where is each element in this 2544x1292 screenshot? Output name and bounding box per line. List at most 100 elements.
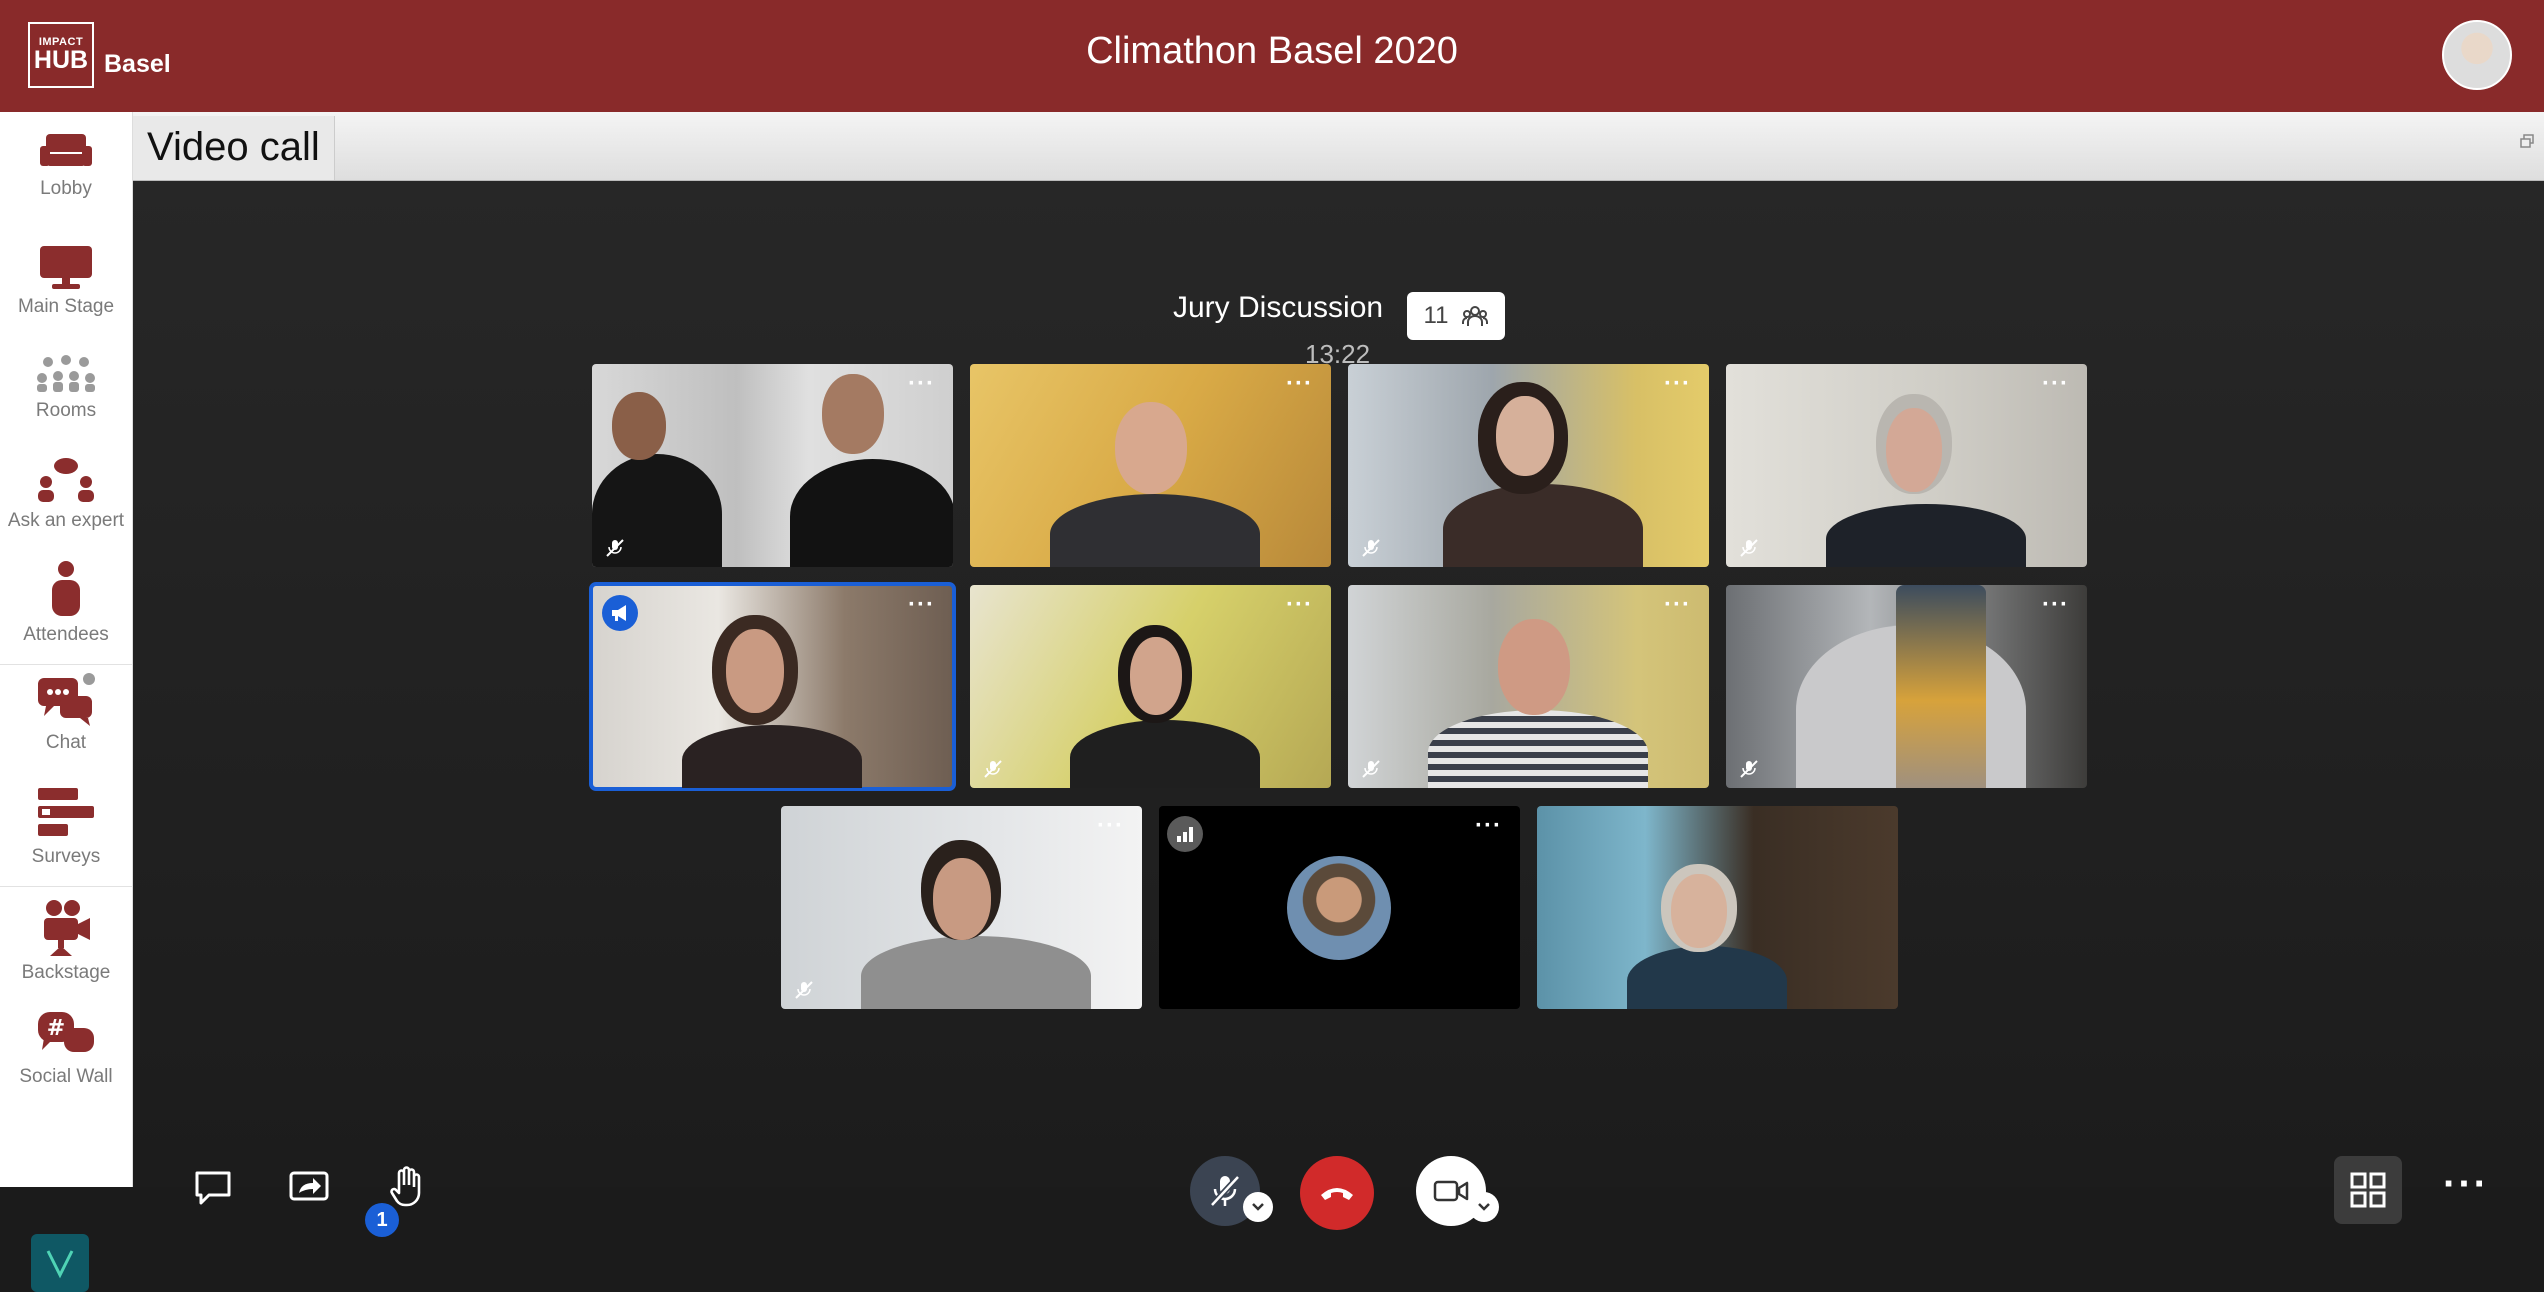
main-area: Video call Jury Discussion 11 13:22 ··· … bbox=[133, 112, 2544, 1237]
participant-tile[interactable] bbox=[1537, 806, 1898, 1009]
hang-up-button[interactable] bbox=[1300, 1156, 1374, 1230]
participant-scarf bbox=[1896, 585, 1986, 788]
tile-more-button[interactable]: ··· bbox=[2042, 370, 2069, 398]
mic-off-icon bbox=[795, 981, 813, 999]
participant-tile-camera-off[interactable]: ··· bbox=[1159, 806, 1520, 1009]
mic-off-icon bbox=[1362, 760, 1380, 778]
tile-more-button[interactable]: ··· bbox=[1286, 591, 1313, 619]
chevron-down-icon bbox=[1252, 1203, 1264, 1211]
participant-body bbox=[1627, 946, 1787, 1009]
sidebar-item-label: Attendees bbox=[23, 624, 109, 645]
tile-more-button[interactable]: ··· bbox=[908, 591, 935, 619]
platform-logo[interactable] bbox=[31, 1234, 89, 1292]
phone-hangup-icon bbox=[1321, 1188, 1353, 1200]
share-screen-icon[interactable] bbox=[289, 1171, 329, 1205]
sidebar-item-label: Chat bbox=[45, 732, 87, 753]
participant-tile-active-speaker[interactable]: ··· bbox=[589, 582, 956, 791]
participant-head bbox=[933, 858, 991, 940]
tile-more-button[interactable]: ··· bbox=[1286, 370, 1313, 398]
sidebar-item-surveys[interactable]: Surveys bbox=[0, 786, 132, 868]
chat-presence-dot bbox=[83, 673, 95, 685]
participant-body bbox=[1050, 494, 1260, 567]
tile-view-button[interactable] bbox=[2334, 1156, 2402, 1224]
sidebar-item-social-wall[interactable]: # Social Wall bbox=[0, 1010, 132, 1088]
participant-body bbox=[1826, 504, 2026, 567]
video-stage: Jury Discussion 11 13:22 ··· ··· ··· ···… bbox=[133, 181, 2544, 1237]
participant-tile[interactable]: ··· bbox=[1726, 364, 2087, 567]
mic-off-icon bbox=[606, 539, 624, 557]
chat-toggle-icon[interactable] bbox=[193, 1169, 233, 1207]
grid-view-icon bbox=[2350, 1172, 2386, 1208]
participant-count-badge[interactable]: 11 bbox=[1407, 292, 1505, 340]
sidebar-item-label: Backstage bbox=[21, 962, 111, 983]
monitor-icon bbox=[40, 246, 92, 289]
top-bar: IMPACT HUB Basel Climathon Basel 2020 bbox=[0, 0, 2544, 112]
chevron-down-icon bbox=[1478, 1203, 1490, 1211]
sidebar-item-ask-an-expert[interactable]: Ask an expert bbox=[0, 456, 132, 532]
tab-bar: Video call bbox=[133, 112, 2544, 181]
megaphone-icon bbox=[612, 605, 626, 621]
participants-icon bbox=[1462, 306, 1489, 326]
tile-more-button[interactable]: ··· bbox=[1664, 591, 1691, 619]
participant-body bbox=[790, 459, 953, 567]
mic-off-icon bbox=[1740, 760, 1758, 778]
mic-off-icon bbox=[1362, 539, 1380, 557]
sidebar-item-lobby[interactable]: Lobby bbox=[0, 132, 132, 200]
participant-tile[interactable]: ··· bbox=[592, 364, 953, 567]
sidebar-divider bbox=[0, 664, 132, 665]
event-title: Climathon Basel 2020 bbox=[1086, 30, 1458, 72]
more-options-button[interactable]: ··· bbox=[2443, 1164, 2489, 1204]
sidebar-item-label: Surveys bbox=[31, 846, 101, 867]
participant-avatar bbox=[1287, 856, 1391, 960]
video-camera-icon bbox=[1433, 1180, 1469, 1202]
sidebar-item-label: Ask an expert bbox=[7, 510, 125, 531]
active-speaker-badge bbox=[602, 595, 638, 631]
participant-tile[interactable]: ··· bbox=[970, 585, 1331, 788]
tile-more-button[interactable]: ··· bbox=[2042, 591, 2069, 619]
participant-head bbox=[822, 374, 884, 454]
room-title: Jury Discussion bbox=[1173, 291, 1384, 324]
participant-body bbox=[682, 725, 862, 788]
hashtag-chat-icon: # bbox=[38, 1012, 94, 1052]
participant-body bbox=[1443, 484, 1643, 567]
connection-quality-badge bbox=[1167, 816, 1203, 852]
participant-body bbox=[1070, 720, 1260, 788]
participant-head bbox=[1886, 408, 1942, 492]
participant-head bbox=[1130, 637, 1182, 715]
tile-more-button[interactable]: ··· bbox=[1097, 812, 1124, 840]
svg-text:#: # bbox=[47, 1016, 65, 1041]
window-restore-icon[interactable] bbox=[2520, 134, 2534, 148]
user-avatar[interactable] bbox=[2442, 20, 2512, 90]
participant-tile[interactable]: ··· bbox=[1348, 585, 1709, 788]
participant-count: 11 bbox=[1423, 302, 1449, 329]
sidebar-item-rooms[interactable]: Rooms bbox=[0, 354, 132, 422]
tile-more-button[interactable]: ··· bbox=[1475, 812, 1502, 840]
v-logo-icon bbox=[46, 1250, 74, 1279]
tile-more-button[interactable]: ··· bbox=[908, 370, 935, 398]
participant-head bbox=[1671, 874, 1727, 948]
raise-hand-icon[interactable] bbox=[389, 1165, 425, 1209]
sidebar-item-label: Main Stage bbox=[17, 296, 115, 317]
signal-bars-icon bbox=[1177, 827, 1193, 842]
sidebar-item-label: Rooms bbox=[35, 400, 97, 421]
mic-options-button[interactable] bbox=[1243, 1192, 1273, 1222]
participant-tile[interactable]: ··· bbox=[781, 806, 1142, 1009]
sofa-icon bbox=[40, 134, 92, 166]
participant-tile[interactable]: ··· bbox=[1348, 364, 1709, 567]
tile-more-button[interactable]: ··· bbox=[1664, 370, 1691, 398]
sidebar-item-chat[interactable]: Chat bbox=[0, 676, 132, 754]
participant-tile[interactable]: ··· bbox=[1726, 585, 2087, 788]
mic-off-icon bbox=[984, 760, 1002, 778]
sidebar-item-label: Lobby bbox=[40, 178, 92, 199]
sidebar-item-backstage[interactable]: Backstage bbox=[0, 898, 132, 984]
participant-tile[interactable]: ··· bbox=[970, 364, 1331, 567]
participant-head bbox=[1115, 402, 1187, 494]
people-group-icon bbox=[37, 355, 95, 392]
tab-video-call[interactable]: Video call bbox=[133, 116, 335, 180]
video-camera-icon bbox=[44, 900, 90, 956]
speech-people-icon bbox=[38, 458, 94, 502]
participant-head bbox=[726, 629, 784, 713]
sidebar-item-attendees[interactable]: Attendees bbox=[0, 560, 132, 646]
sidebar-item-main-stage[interactable]: Main Stage bbox=[0, 244, 132, 318]
camera-options-button[interactable] bbox=[1469, 1192, 1499, 1222]
